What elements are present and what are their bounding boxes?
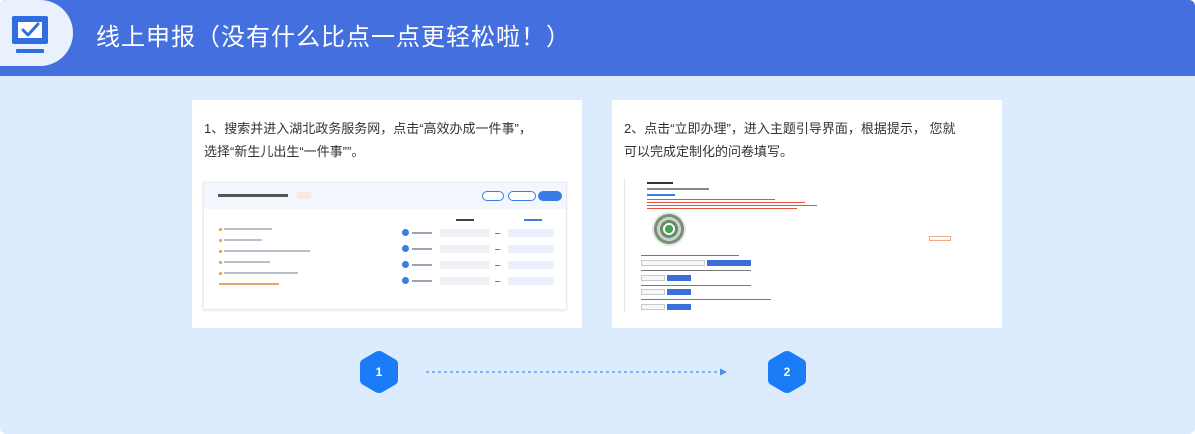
step-1-card: 1、搜索并进入湖北政务服务网，点击“高效办成一件事”， 选择“新生儿出生“一件事… [192, 100, 582, 328]
step-2-card: 2、点击“立即办理”，进入主题引导界面，根据提示， 您就 可以完成定制化的问卷填… [612, 100, 1002, 328]
section-header: 线上申报（没有什么比点一点更轻松啦！） [0, 0, 1195, 76]
step-connector-arrow [426, 368, 727, 376]
step-2-number: 2 [783, 365, 791, 379]
step-1-line-2: 选择“新生儿出生“一件事””。 [204, 144, 365, 159]
section-title: 线上申报（没有什么比点一点更轻松啦！） [96, 24, 571, 51]
search-result-screenshot [203, 182, 567, 310]
questionnaire-screenshot [624, 178, 964, 312]
step-1-badge: 1 [359, 350, 399, 394]
online-application-panel: 线上申报（没有什么比点一点更轻松啦！） 1、搜索并进入湖北政务服务网，点击“高效… [0, 0, 1195, 434]
step-1-description: 1、搜索并进入湖北政务服务网，点击“高效办成一件事”， 选择“新生儿出生“一件事… [204, 117, 570, 163]
step-2-line-1: 2、点击“立即办理”，进入主题引导界面，根据提示， 您就 [624, 121, 956, 136]
step-2-badge: 2 [767, 350, 807, 394]
header-icon-badge [0, 0, 73, 66]
step-2-description: 2、点击“立即办理”，进入主题引导界面，根据提示， 您就 可以完成定制化的问卷填… [624, 117, 990, 163]
checked-screen-icon [12, 16, 48, 53]
step-1-number: 1 [375, 365, 383, 379]
step-1-line-1: 1、搜索并进入湖北政务服务网，点击“高效办成一件事”， [204, 121, 532, 136]
step-2-line-2: 可以完成定制化的问卷填写。 [624, 144, 794, 159]
